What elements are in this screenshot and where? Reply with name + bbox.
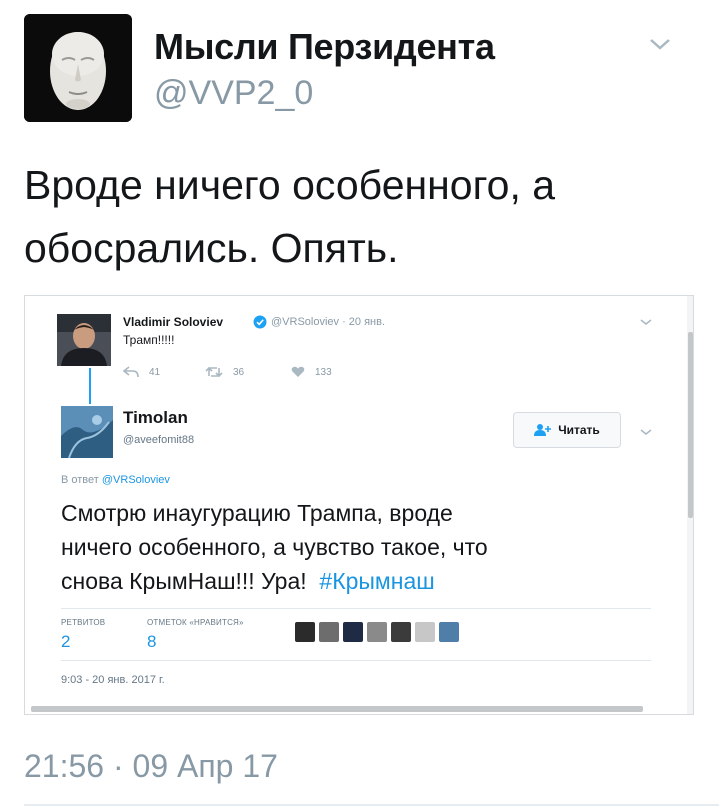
profile-avatar[interactable] [24,14,132,122]
like-action: 133 [291,366,332,378]
reply-text-line: снова КрымНаш!!! Ура! [61,568,307,594]
retweets-count: 2 [61,632,71,651]
heart-icon [291,366,305,377]
reply-action: 41 [123,366,160,378]
display-name[interactable]: Мысли Перзидента [154,26,495,68]
divider [24,804,719,806]
like-count: 133 [315,366,332,378]
reply-text-line: ничего особенного, а чувство такое, что [61,534,488,560]
embedded-horizontal-scrollbar [31,706,643,712]
embedded-scrollbar-thumb [688,332,693,518]
divider [61,608,651,609]
original-author-avatar [57,314,111,366]
add-user-icon [534,424,552,436]
tweet-text: Вроде ничего особенного, а обосрались. О… [24,154,684,280]
tweet-text-line: Вроде ничего особенного, а [24,162,556,208]
reply-text-line-last: снова КрымНаш!!! Ура! #Крымнаш [61,564,661,598]
reply-text-line: Смотрю инаугурацию Трампа, вроде [61,500,453,526]
reply-author-handle: @aveefomit88 [123,434,195,446]
embedded-screenshot: Vladimir Soloviev @VRSoloviev · 20 янв. … [24,295,694,715]
reply-icon [123,366,139,378]
user-handle[interactable]: @VVP2_0 [154,74,313,113]
chevron-down-icon[interactable] [648,34,672,54]
original-author-meta: @VRSoloviev · 20 янв. [271,316,386,328]
likes-count: 8 [147,632,157,651]
thread-connector [89,368,91,404]
likes-label: ОТМЕТОК «НРАВИТСЯ» [147,618,244,627]
reply-to-prefix: В ответ [61,474,99,486]
avatar [439,622,459,642]
avatar [415,622,435,642]
retweet-action: 36 [205,366,244,378]
liker-avatars [295,622,459,642]
avatar [319,622,339,642]
reply-author-name: Timolan [123,408,188,427]
reply-to-context: В ответ @VRSoloviev [61,474,170,486]
reply-count: 41 [149,366,161,378]
avatar [391,622,411,642]
avatar [343,622,363,642]
retweet-icon [205,366,223,378]
reply-to-mention: @VRSoloviev [101,474,170,486]
death-mask-portrait [24,14,132,122]
tweet-timestamp[interactable]: 21:56 · 09 Апр 17 [24,748,278,785]
reply-tweet-text: Смотрю инаугурацию Трампа, вроде ничего … [61,496,661,598]
retweet-count: 36 [233,366,245,378]
original-tweet-text: Трамп!!!!! [123,333,175,347]
avatar [295,622,315,642]
verified-badge-icon [253,315,267,329]
chevron-down-icon [639,424,653,435]
avatar [367,622,387,642]
reply-author-avatar [61,406,113,458]
reply-tweet-date: 9:03 - 20 янв. 2017 г. [61,674,165,686]
retweets-label: РЕТВИТОВ [61,618,106,627]
follow-button: Читать [513,412,621,448]
follow-button-label: Читать [558,423,600,437]
tweet-text-line: обосрались. Опять. [24,225,399,271]
chevron-down-icon [639,314,653,325]
hashtag-link: #Крымнаш [319,568,435,594]
divider [61,660,651,661]
original-author-name: Vladimir Soloviev [123,315,224,329]
